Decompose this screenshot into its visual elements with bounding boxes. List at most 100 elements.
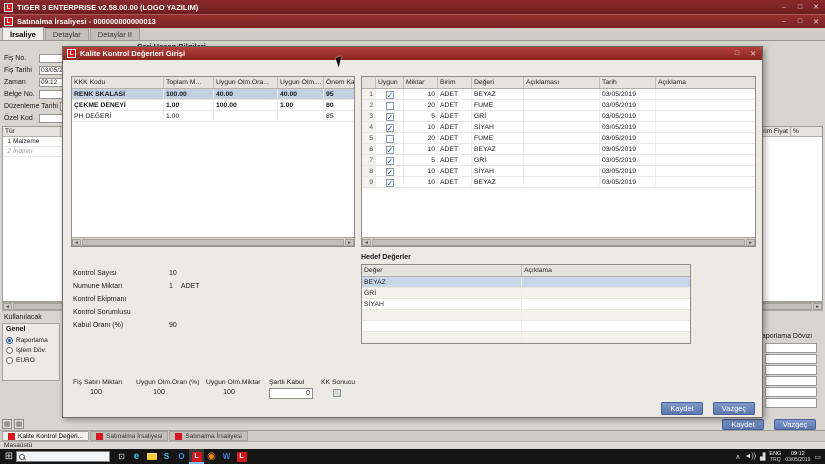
dispatch-line-row[interactable]: 1 Malzeme: [3, 137, 63, 147]
quality-measurement-row[interactable]: 2 20 ADET FUME 03/05/2019: [362, 100, 755, 111]
measurements-grid-hscrollbar[interactable]: ◄ ►: [362, 237, 755, 246]
currency-option[interactable]: İşlem Döv.: [6, 345, 56, 355]
kkk-criteria-row[interactable]: ÇEKME DENEYİ 1.00 100.00 1.00 80: [72, 100, 354, 111]
doc-minimize-button[interactable]: –: [779, 18, 789, 25]
tile-window-icon[interactable]: ▦: [2, 419, 12, 429]
target-value-row[interactable]: SİYAH: [362, 299, 690, 310]
document-tab[interactable]: İrsaliye: [2, 27, 44, 40]
uygun-checkbox[interactable]: [385, 134, 394, 143]
doc-close-button[interactable]: ✕: [811, 18, 821, 26]
column-aciklama[interactable]: Açıklama: [656, 77, 755, 88]
file-explorer-icon[interactable]: [144, 449, 159, 464]
radio-icon[interactable]: [6, 346, 13, 354]
quality-measurement-row[interactable]: 3 5 ADET GRİ 03/05/2019: [362, 111, 755, 122]
column-percent[interactable]: %: [791, 127, 824, 137]
uygun-checkbox[interactable]: [385, 112, 394, 121]
currency-option[interactable]: EURO: [6, 355, 56, 365]
scroll-right-icon[interactable]: ►: [345, 238, 354, 246]
column-onem[interactable]: Önem Kat...: [324, 77, 354, 88]
app-minimize-button[interactable]: –: [779, 4, 789, 11]
currency-option[interactable]: Raporlama: [6, 335, 56, 345]
dialog-cancel-button[interactable]: Vazgeç: [713, 402, 755, 415]
sartli-kabul-input[interactable]: 0: [269, 388, 313, 399]
scroll-left-icon[interactable]: ◄: [362, 238, 371, 246]
radio-icon[interactable]: [6, 356, 13, 364]
uygun-checkbox[interactable]: [385, 145, 394, 154]
uygun-checkbox[interactable]: [385, 167, 394, 176]
column-tarih[interactable]: Tarih: [600, 77, 656, 88]
target-value-row[interactable]: BEYAZ: [362, 277, 690, 288]
language-indicator[interactable]: ENG TRQ: [769, 451, 781, 463]
tile-window-icon-2[interactable]: ▦: [14, 419, 24, 429]
control-info-value[interactable]: 10: [169, 270, 177, 277]
start-button[interactable]: ⊞: [2, 451, 16, 462]
kkk-grid-hscrollbar[interactable]: ◄ ►: [72, 237, 354, 246]
word-icon[interactable]: W: [219, 449, 234, 464]
quality-measurement-row[interactable]: 9 10 ADET BEYAZ 03/05/2019: [362, 177, 755, 188]
column-kkk-kodu[interactable]: KKK Kodu: [72, 77, 164, 88]
scroll-left-icon[interactable]: ◄: [72, 238, 81, 246]
edge-icon[interactable]: e: [129, 449, 144, 464]
column-uygun[interactable]: Uygun: [376, 77, 404, 88]
app-maximize-button[interactable]: □: [795, 4, 805, 11]
firefox-icon[interactable]: ◉: [204, 449, 219, 464]
scroll-right-icon[interactable]: ►: [813, 303, 822, 310]
quality-measurement-row[interactable]: 1 10 ADET BEYAZ 03/05/2019: [362, 89, 755, 100]
uygun-checkbox[interactable]: [385, 90, 394, 99]
quality-measurement-row[interactable]: 6 10 ADET BEYAZ 03/05/2019: [362, 144, 755, 155]
target-value-row[interactable]: GRİ: [362, 288, 690, 299]
logo-tiger-icon[interactable]: L: [189, 449, 204, 464]
scroll-right-icon[interactable]: ►: [746, 238, 755, 246]
column-toplam[interactable]: Toplam M...: [164, 77, 214, 88]
uygun-checkbox[interactable]: [385, 101, 394, 110]
outlook-icon[interactable]: O: [174, 449, 189, 464]
workspace-tab[interactable]: Kalite Kontrol Değerl...: [2, 431, 90, 441]
target-value-row[interactable]: [362, 321, 690, 332]
doc-maximize-button[interactable]: □: [795, 18, 805, 25]
kk-sonucu-checkbox[interactable]: [333, 389, 341, 397]
column-degeri[interactable]: Değeri: [472, 77, 524, 88]
kkk-criteria-row[interactable]: PH DEĞERİ 1.00 85: [72, 111, 354, 122]
scroll-left-icon[interactable]: ◄: [3, 303, 12, 310]
uygun-checkbox[interactable]: [385, 178, 394, 187]
volume-icon[interactable]: ◄)): [744, 453, 756, 460]
quality-measurement-row[interactable]: 7 5 ADET GRİ 03/05/2019: [362, 155, 755, 166]
dialog-save-button[interactable]: Kaydet: [661, 402, 703, 415]
dialog-close-button[interactable]: ✕: [748, 50, 758, 58]
form-save-button[interactable]: Kaydet: [722, 419, 764, 430]
workspace-tab[interactable]: Satınalma İrsaliyesi: [90, 431, 169, 441]
scroll-thumb[interactable]: [82, 238, 344, 246]
clock[interactable]: 09:12 03/05/2019: [785, 451, 810, 463]
target-value-row[interactable]: [362, 332, 690, 343]
app-close-button[interactable]: ✕: [811, 3, 821, 11]
column-miktar[interactable]: Miktar: [404, 77, 438, 88]
workspace-tab[interactable]: Satınalma İrsaliyesi: [169, 431, 248, 441]
target-value-row[interactable]: [362, 310, 690, 321]
quality-measurement-row[interactable]: 8 10 ADET SİYAH 03/05/2019: [362, 166, 755, 177]
dispatch-line-row[interactable]: 2 İndirim: [3, 147, 63, 157]
network-icon[interactable]: ▟: [760, 453, 765, 461]
control-info-value[interactable]: 90: [169, 322, 177, 329]
taskbar-search[interactable]: [16, 451, 110, 462]
kkk-criteria-row[interactable]: RENK SKALASI 100.00 40.00 40.00 95: [72, 89, 354, 100]
column-uygun-olm-oran[interactable]: Uygun Olm.Ora...: [214, 77, 278, 88]
scroll-thumb[interactable]: [372, 238, 745, 246]
quality-measurement-row[interactable]: 5 20 ADET FUME 03/05/2019: [362, 133, 755, 144]
uygun-checkbox[interactable]: [385, 123, 394, 132]
uygun-checkbox[interactable]: [385, 156, 394, 165]
task-view-icon[interactable]: ⊡: [114, 449, 129, 464]
quality-measurement-row[interactable]: 4 10 ADET SİYAH 03/05/2019: [362, 122, 755, 133]
column-aciklama[interactable]: Açıklama: [522, 265, 690, 276]
column-birim[interactable]: Birim: [438, 77, 472, 88]
skype-icon[interactable]: S: [159, 449, 174, 464]
column-deger[interactable]: Değer: [362, 265, 522, 276]
form-cancel-button[interactable]: Vazgeç: [774, 419, 816, 430]
notification-center-icon[interactable]: ▭: [814, 453, 821, 461]
control-info-value[interactable]: 1: [169, 283, 173, 290]
tray-chevron-icon[interactable]: ∧: [735, 453, 740, 461]
column-aciklamasi[interactable]: Açıklaması: [524, 77, 600, 88]
radio-icon[interactable]: [6, 336, 13, 344]
document-tab[interactable]: Detaylar II: [89, 28, 140, 40]
document-tab[interactable]: Detaylar: [44, 28, 89, 40]
column-uygun-olm[interactable]: Uygun Olm....: [278, 77, 324, 88]
